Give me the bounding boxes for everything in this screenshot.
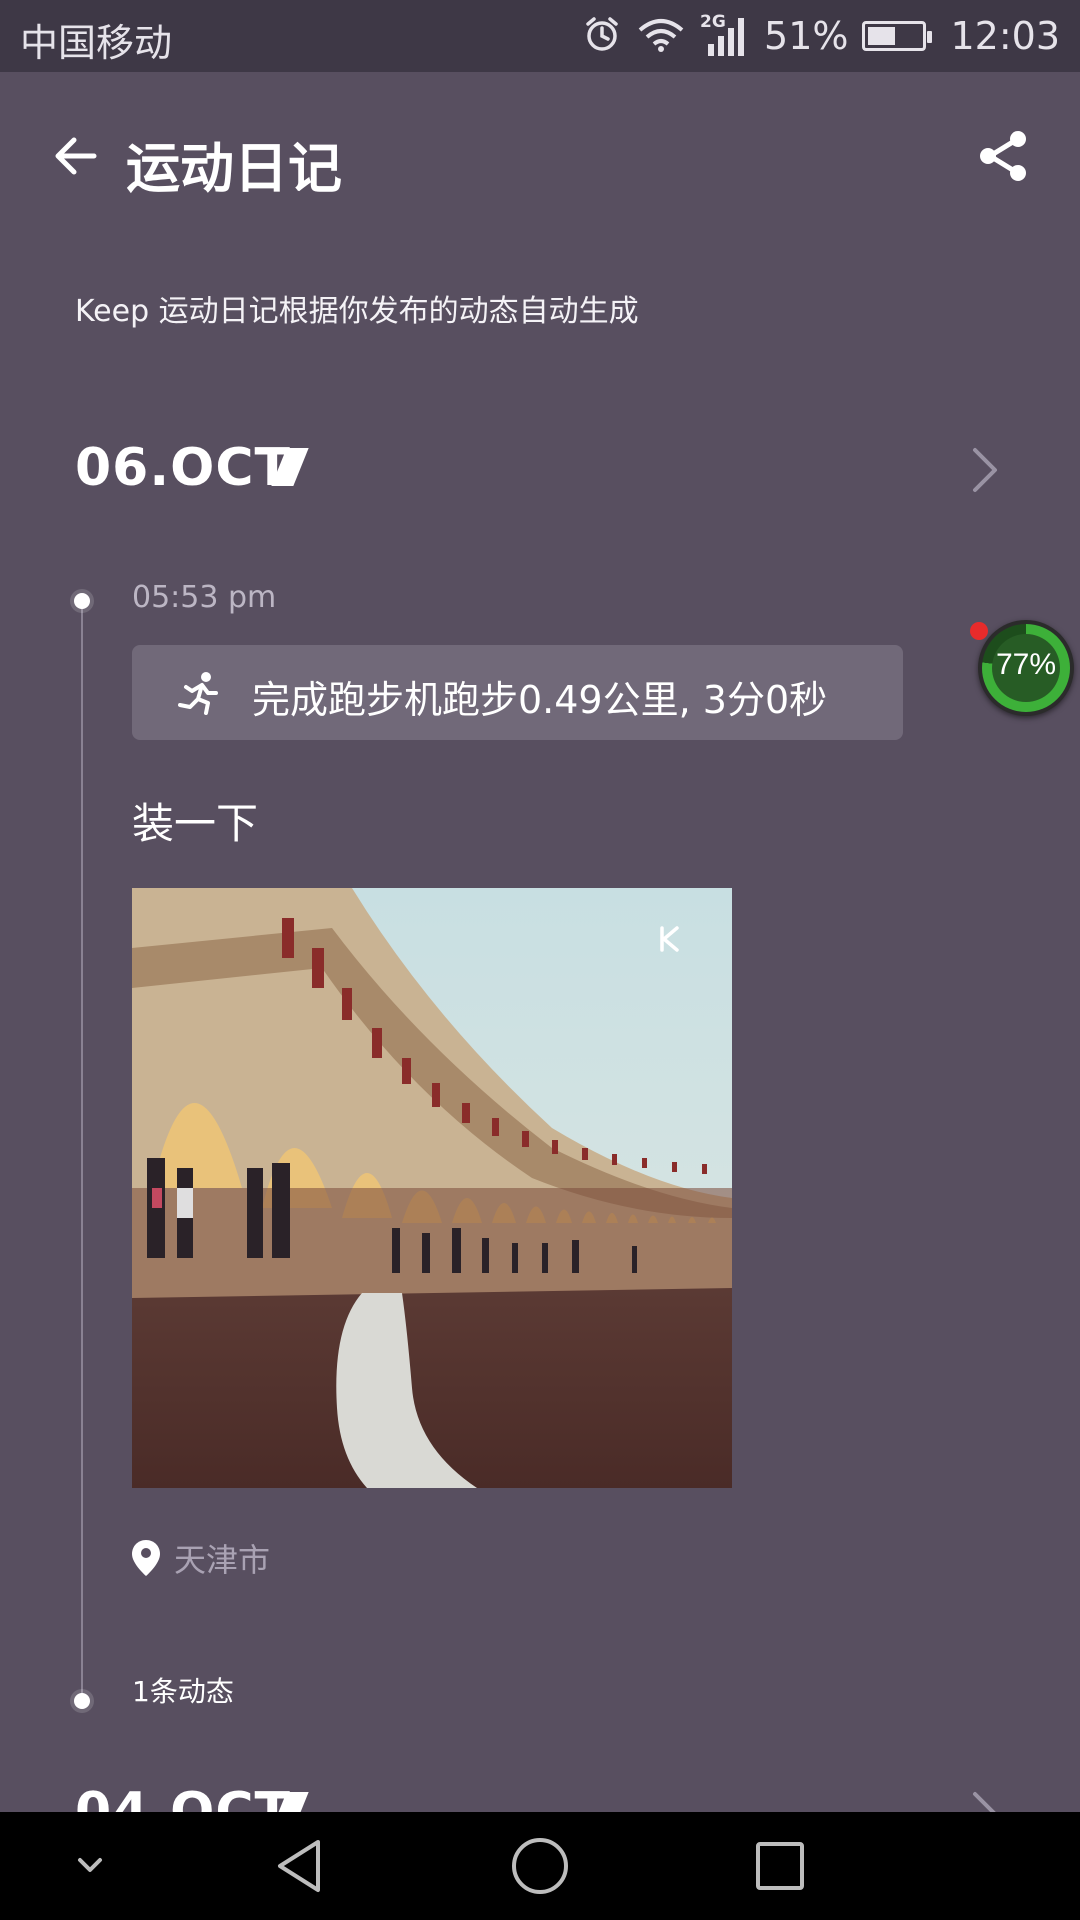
recents-square-icon [756,1842,804,1890]
timeline-dot [74,593,90,609]
battery-level-fill [868,27,895,45]
battery-icon [862,21,933,51]
post-photo[interactable] [132,888,732,1488]
clock: 12:03 [950,14,1060,58]
page-title: 运动日记 [126,137,342,200]
arrow-left-icon [55,137,97,175]
nav-hide-button[interactable] [50,1812,130,1920]
alarm-icon [582,14,622,58]
nav-recents-button[interactable] [730,1812,830,1920]
share-icon [980,131,1026,181]
timeline-line [81,596,83,1706]
nav-back-button[interactable] [250,1812,350,1920]
status-icons: 2G 51% 12:03 [582,10,1060,62]
location-pin-icon [132,1540,160,1576]
screen: 中国移动 2G 51% 12:03 运动日记 Keep 运动日记根据你发布的动态… [0,0,1080,1920]
widget-percent: 77% [995,648,1057,681]
entry-time: 05:53 pm [132,580,277,615]
post-text: 装一下 [132,799,259,848]
carrier-name: 中国移动 [20,21,173,65]
location-row[interactable]: 天津市 [132,1536,270,1580]
location-name: 天津市 [174,1541,271,1579]
battery-percent: 51% [764,14,849,58]
diary-description: Keep 运动日记根据你发布的动态自动生成 [75,294,639,329]
notification-dot [970,622,988,640]
home-circle-icon [512,1838,568,1894]
day-header[interactable]: 06.OCT [75,438,1035,508]
signal-icon: 2G [700,12,750,58]
chevron-down-icon [78,1858,102,1872]
wifi-icon [636,14,686,58]
timeline-dot [74,1693,90,1709]
floating-memory-widget[interactable]: 77% [978,620,1074,716]
share-button[interactable] [974,126,1034,186]
back-triangle-icon [278,1840,320,1892]
status-bar: 中国移动 2G 51% 12:03 [0,0,1080,72]
nav-home-button[interactable] [490,1812,590,1920]
activity-card[interactable]: 完成跑步机跑步0.49公里, 3分0秒 [132,645,903,740]
navigation-bar [0,1812,1080,1920]
post-count: 1条动态 [132,1675,234,1708]
activity-summary: 完成跑步机跑步0.49公里, 3分0秒 [252,678,828,722]
day-date: 06.OCT [75,438,291,498]
chevron-right-icon [973,448,997,492]
running-icon [178,672,218,715]
back-button[interactable] [48,128,104,184]
photo-image [132,888,732,1488]
